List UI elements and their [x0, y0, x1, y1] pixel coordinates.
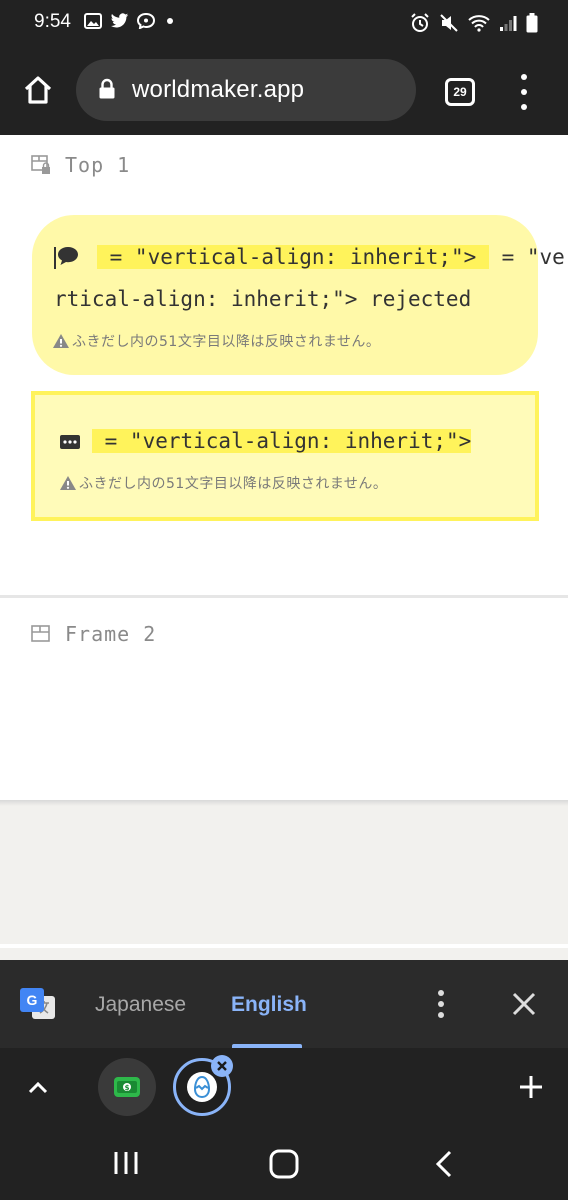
nav-back-button[interactable] [432, 1150, 456, 1182]
dismiss-bubble-button[interactable] [211, 1055, 233, 1077]
frame-divider [0, 595, 568, 598]
frame-header-2[interactable]: Frame 2 [31, 622, 156, 646]
warning-icon [59, 475, 77, 491]
caption-line: = "vertical-align: inherit;"> [60, 429, 472, 454]
mute-icon [439, 13, 459, 37]
warning-text: ふきだし内の51文字目以降は反映されません。 [72, 334, 381, 350]
page-bottom-edge [0, 944, 568, 948]
back-icon [435, 1150, 452, 1178]
app-bubble-money[interactable]: $ [98, 1058, 156, 1116]
browser-toolbar: worldmaker.app 29 [0, 46, 568, 135]
chevron-up-icon [28, 1081, 48, 1094]
status-bar: 9:54 [0, 0, 568, 46]
home-icon [24, 76, 52, 104]
target-language-tab[interactable]: English [231, 993, 307, 1017]
recents-icon [114, 1152, 138, 1174]
frame-icon [31, 624, 51, 644]
highlighted-text: = "vertical-align: inherit;"> [97, 245, 489, 269]
money-app-icon: $ [114, 1077, 140, 1097]
text-cursor [54, 247, 56, 269]
browser-menu-button[interactable] [514, 74, 534, 110]
url-text: worldmaker.app [132, 76, 305, 103]
highlighted-text: = "vertical-align: inherit;"> [92, 429, 472, 453]
bubble-line-1: = "vertical-align: inherit;"> = "ve [54, 245, 565, 271]
warning-icon [52, 333, 70, 349]
close-icon [217, 1061, 227, 1071]
page-shadow [0, 800, 568, 806]
image-icon [84, 13, 102, 33]
recents-button[interactable] [112, 1150, 140, 1180]
frame-label: Frame 2 [65, 622, 157, 646]
egg-app-icon [187, 1072, 217, 1102]
lock-icon [98, 78, 116, 104]
battery-icon [526, 13, 538, 37]
add-bubble-button[interactable] [518, 1074, 544, 1104]
expand-tray-button[interactable] [26, 1076, 50, 1104]
caption-box-icon [60, 430, 80, 454]
translate-bar: G Japanese English [0, 960, 568, 1048]
status-time: 9:54 [34, 11, 71, 32]
signal-icon [499, 14, 517, 36]
plus-icon [520, 1076, 542, 1098]
speech-bubble-round[interactable]: = "vertical-align: inherit;"> = "ve rtic… [32, 215, 565, 375]
home-circle-icon [269, 1149, 299, 1179]
frame-header-top[interactable]: Top 1 [31, 153, 130, 177]
bubble-line-2: rtical-align: inherit;"> rejected [54, 287, 472, 311]
bubble-tray: $ [0, 1048, 568, 1126]
google-translate-icon: G [20, 986, 56, 1022]
bubble-text-rest: = "ve [488, 245, 565, 269]
nav-home-button[interactable] [268, 1148, 300, 1184]
translate-menu-button[interactable] [437, 990, 445, 1018]
caption-warning: ふきだし内の51文字目以降は反映されません。 [59, 473, 387, 493]
translate-close-button[interactable] [510, 990, 538, 1022]
close-icon [512, 992, 536, 1016]
locked-frame-icon [31, 155, 51, 175]
warning-text: ふきだし内の51文字目以降は反映されません。 [79, 476, 388, 492]
source-language-tab[interactable]: Japanese [95, 993, 186, 1017]
chat-icon [136, 12, 156, 33]
tab-switcher-button[interactable]: 29 [445, 78, 475, 106]
speech-bubble-icon [57, 246, 79, 271]
caption-box[interactable]: = "vertical-align: inherit;"> ふきだし内の51文字… [31, 391, 539, 521]
web-page: Top 1 = "vertical-align: inherit;"> = "v… [0, 135, 568, 800]
dot-icon [163, 13, 177, 33]
home-button[interactable] [18, 70, 58, 110]
svg-text:G: G [27, 992, 38, 1008]
wifi-icon [468, 14, 490, 36]
twitter-icon [110, 13, 129, 33]
svg-text:$: $ [125, 1084, 130, 1092]
bubble-warning: ふきだし内の51文字目以降は反映されません。 [52, 331, 380, 351]
url-bar[interactable]: worldmaker.app [76, 59, 416, 121]
system-nav-bar [0, 1126, 568, 1200]
alarm-icon [410, 13, 430, 37]
frame-label: Top 1 [65, 153, 131, 177]
